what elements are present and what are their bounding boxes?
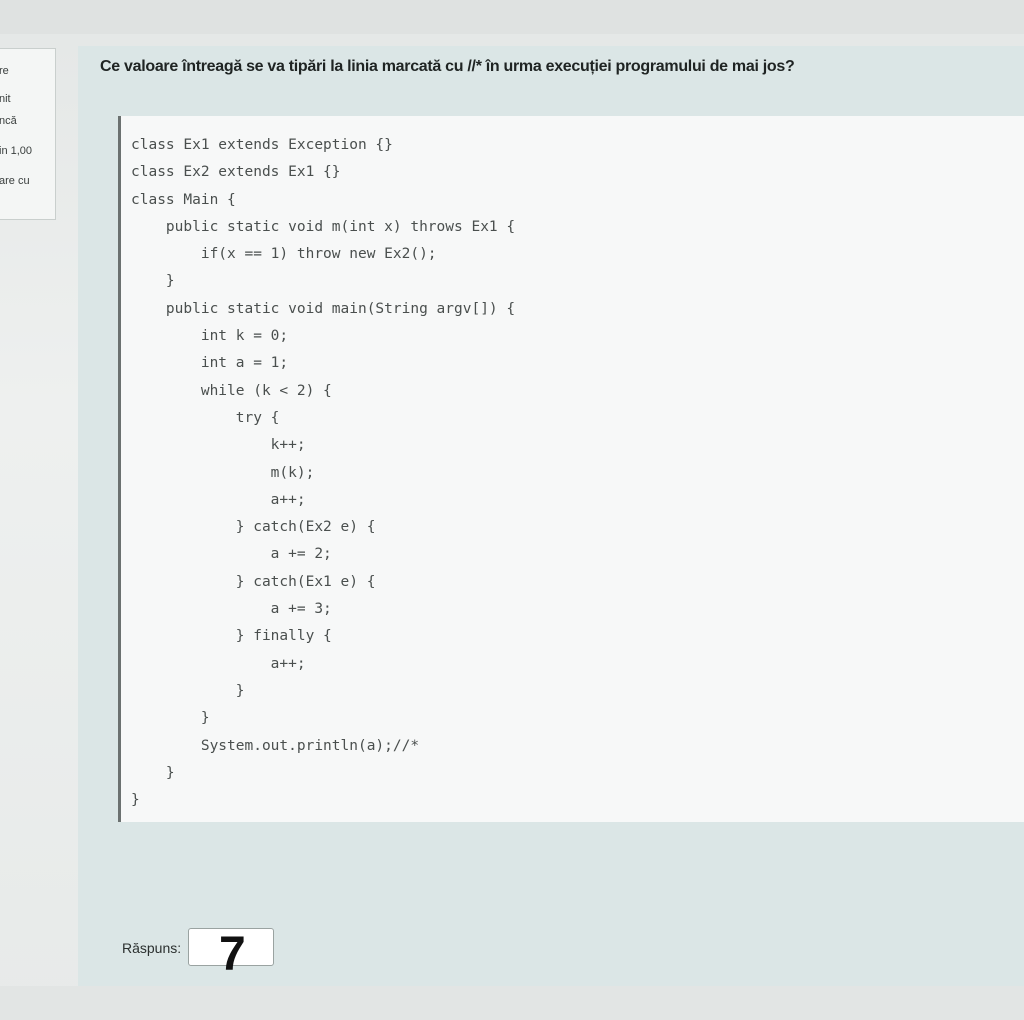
top-band <box>0 0 1024 34</box>
question-info-card: re nit ncă in 1,00 are cu <box>0 48 56 220</box>
code-listing: class Ex1 extends Exception {} class Ex2 … <box>131 132 515 814</box>
bottom-band <box>0 986 1024 1020</box>
info-line: ncă <box>0 115 17 127</box>
question-panel: Ce valoare întreagă se va tipări la lini… <box>78 46 1024 986</box>
code-block: class Ex1 extends Exception {} class Ex2 … <box>118 116 1024 822</box>
info-line: re <box>0 65 9 77</box>
code-line: } <box>131 792 140 809</box>
code-line: a++; <box>131 491 306 508</box>
quiz-page: re nit ncă in 1,00 are cu Ce valoare înt… <box>0 0 1024 1020</box>
code-line: try { <box>131 409 280 426</box>
info-line: nit <box>0 93 11 105</box>
code-line: a += 2; <box>131 546 332 563</box>
code-line: } <box>131 764 175 781</box>
code-line: if(x == 1) throw new Ex2(); <box>131 246 437 263</box>
code-line: System.out.println(a);//* <box>131 737 420 754</box>
question-text: Ce valoare întreagă se va tipări la lini… <box>100 58 795 75</box>
code-line: } catch(Ex2 e) { <box>131 519 376 536</box>
code-line: class Ex1 extends Exception {} <box>131 137 393 153</box>
code-line: class Main { <box>131 191 236 208</box>
code-line: a++; <box>131 655 306 672</box>
code-line: public static void m(int x) throws Ex1 { <box>131 218 516 235</box>
info-line: in 1,00 <box>0 145 33 157</box>
code-line: m(k); <box>131 464 315 481</box>
code-line: } <box>131 710 210 727</box>
code-line: } <box>131 682 245 699</box>
info-line: are cu <box>0 175 30 187</box>
answer-label: Răspuns: <box>122 940 182 956</box>
code-line: int k = 0; <box>131 328 289 345</box>
code-line: class Ex2 extends Ex1 {} <box>131 164 341 181</box>
code-line: k++; <box>131 437 306 454</box>
code-line: } <box>131 273 175 290</box>
code-line: } finally { <box>131 628 332 645</box>
answer-input[interactable]: 7 <box>188 928 274 981</box>
code-line: public static void main(String argv[]) { <box>131 300 516 317</box>
code-line: while (k < 2) { <box>131 382 332 399</box>
code-line: a += 3; <box>131 601 332 618</box>
code-line: } catch(Ex1 e) { <box>131 573 376 590</box>
code-line: int a = 1; <box>131 355 289 372</box>
